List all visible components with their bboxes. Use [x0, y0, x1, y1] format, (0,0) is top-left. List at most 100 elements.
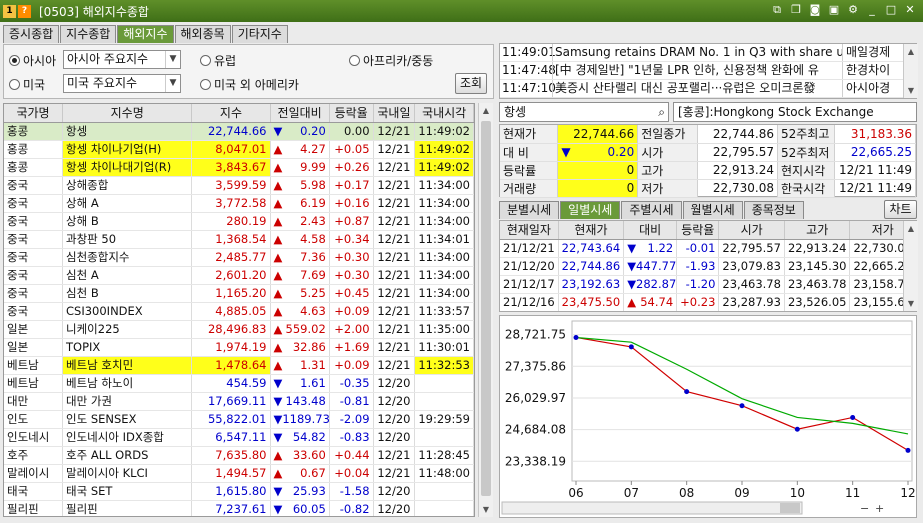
table-row[interactable]: 중국 심천종합지수 2,485.77 ▲ 7.36 +0.30 12/21 11:34:00	[4, 248, 474, 267]
table-row[interactable]: 일본 니케이225 28,496.83 ▲ 559.02 +2.00 12/21 11:35:…	[4, 320, 474, 339]
cell-index-name: 베트남 호치민	[62, 356, 193, 375]
table-row[interactable]: 중국 상해 A 3,772.58 ▲ 6.19 +0.16 12/21 11:34:00	[4, 194, 474, 213]
radio-asia[interactable]: 아시아	[9, 52, 56, 69]
asia-select[interactable]: 아시아 주요지수 ▼	[63, 50, 181, 69]
col-rate[interactable]: 등락율	[329, 104, 374, 123]
history-row[interactable]: 21/12/16 23,475.50 ▲ 54.74 +0.23 23,287.93 23,…	[500, 293, 916, 311]
col-hist-open[interactable]: 시가	[718, 221, 785, 240]
scroll-down-icon[interactable]: ▼	[479, 502, 493, 517]
window-title: [0503] 해외지수종합	[39, 4, 149, 19]
index-table-body: 홍콩 항셍 22,744.66 ▼ 0.20 0.00 12/21 11:49:02 홍콩 항셍 …	[4, 122, 474, 516]
scroll-thumb[interactable]	[481, 121, 491, 496]
x-tick-label: 11	[845, 486, 860, 500]
table-row[interactable]: 대만 대만 가권 17,669.11 ▼ 143.48 -0.81 12/20	[4, 392, 474, 411]
table-row[interactable]: 말레이시 말레이시아 KLCI 1,494.57 ▲ 0.67 +0.04 12/21 11:…	[4, 464, 474, 483]
col-hist-date[interactable]: 현재일자	[500, 221, 559, 240]
tab-other-index[interactable]: 기타지수	[231, 25, 288, 43]
table-row[interactable]: 중국 심천 A 2,601.20 ▲ 7.69 +0.30 12/21 11:34:00	[4, 266, 474, 285]
tab-minute-quotes[interactable]: 분별시세	[499, 201, 560, 219]
table-row[interactable]: 홍콩 항셍 차이나기업(H) 8,047.01 ▲ 4.27 +0.05 12/21 11:4…	[4, 140, 474, 159]
col-country[interactable]: 국가명	[4, 104, 64, 123]
news-headline[interactable]: 美증시 산타랠리 대신 공포랠리···유럽은 오미크론發	[552, 80, 842, 97]
col-hist-change[interactable]: 대비	[623, 221, 678, 240]
scroll-down-icon[interactable]: ▼	[904, 83, 918, 98]
history-row[interactable]: 21/12/20 22,744.86 ▼ 447.77 -1.93 23,079.83 23…	[500, 257, 916, 276]
table-row[interactable]: 중국 상해종합 3,599.59 ▲ 5.98 +0.17 12/21 11:34:00	[4, 176, 474, 195]
radio-africa-mideast[interactable]: 아프리카/중동	[349, 52, 433, 69]
news-headline[interactable]: [中 경제일반] "1년물 LPR 인하, 신용정책 완화에 유	[552, 62, 842, 79]
tab-index-summary[interactable]: 지수종합	[60, 25, 117, 43]
maximize-icon[interactable]: □	[884, 3, 898, 17]
col-hist-price[interactable]: 현재가	[558, 221, 625, 240]
tab-daily-quotes[interactable]: 일별시세	[560, 201, 621, 219]
table-row[interactable]: 일본 TOPIX 1,974.19 ▲ 32.86 +1.69 12/21 11:30:01	[4, 338, 474, 357]
link-icon[interactable]: ⧉	[770, 3, 784, 17]
news-item[interactable]: 11:47:48 [中 경제일반] "1년물 LPR 인하, 신용정책 완화에 유…	[500, 62, 916, 80]
tab-stock-info[interactable]: 종목정보	[743, 201, 804, 219]
table-row[interactable]: 중국 상해 B 280.19 ▲ 2.43 +0.87 12/21 11:34:00	[4, 212, 474, 231]
close-icon[interactable]: ✕	[903, 3, 917, 17]
index-table-scrollbar[interactable]: ▲ ▼	[478, 103, 493, 517]
table-row[interactable]: 중국 심천 B 1,165.20 ▲ 5.25 +0.45 12/21 11:34:00	[4, 284, 474, 303]
copy-icon[interactable]: ❐	[789, 3, 803, 17]
table-row[interactable]: 베트남 베트남 호치민 1,478.64 ▲ 1.31 +0.09 12/21 11:32:5…	[4, 356, 474, 375]
table-row[interactable]: 인도네시 인도네시아 IDX종합 6,547.11 ▼ 54.82 -0.83 12/20	[4, 428, 474, 447]
change-value: 6.19	[300, 196, 326, 210]
table-row[interactable]: 인도 인도 SENSEX 55,822.01 ▼ 1189.73 -2.09 12/20 19…	[4, 410, 474, 429]
news-headline[interactable]: Samsung retains DRAM No. 1 in Q3 with sh…	[552, 44, 842, 61]
radio-europe[interactable]: 유럽	[200, 52, 236, 69]
us-select[interactable]: 미국 주요지수 ▼	[63, 74, 181, 93]
cell-change: ▲ 5.25	[270, 284, 330, 303]
window-icon[interactable]: ▣	[827, 3, 841, 17]
search-icon[interactable]: ⌕	[658, 103, 665, 121]
table-row[interactable]: 호주 호주 ALL ORDS 7,635.80 ▲ 33.60 +0.44 12/21 11:…	[4, 446, 474, 465]
col-date[interactable]: 국내일	[373, 104, 416, 123]
cell-hist-date: 21/12/21	[500, 239, 559, 258]
tab-market-summary[interactable]: 증시종합	[3, 25, 60, 43]
table-row[interactable]: 베트남 베트남 하노이 454.59 ▼ 1.61 -0.35 12/20	[4, 374, 474, 393]
col-hist-rate[interactable]: 등락율	[676, 221, 720, 240]
scroll-up-icon[interactable]: ▲	[904, 221, 918, 236]
news-ticker: 11:49:01 Samsung retains DRAM No. 1 in Q3…	[499, 43, 917, 99]
news-scrollbar[interactable]: ▲ ▼	[903, 44, 918, 98]
gear-icon[interactable]: ⚙	[846, 3, 860, 17]
history-row[interactable]: 21/12/17 23,192.63 ▼ 282.87 -1.20 23,463.78 23…	[500, 275, 916, 294]
scroll-up-icon[interactable]: ▲	[904, 44, 918, 59]
col-time[interactable]: 국내시각	[414, 104, 474, 123]
tab-foreign-index[interactable]: 해외지수	[117, 25, 174, 43]
cell-hist-price: 23,192.63	[558, 275, 625, 294]
col-hist-high[interactable]: 고가	[784, 221, 851, 240]
col-change[interactable]: 전일대비	[270, 104, 330, 123]
radio-us[interactable]: 미국	[9, 76, 45, 93]
minimize-icon[interactable]: _	[865, 3, 879, 17]
table-row[interactable]: 중국 CSI300INDEX 4,885.05 ▲ 4.63 +0.09 12/21 11:3…	[4, 302, 474, 321]
tab-monthly-quotes[interactable]: 월별시세	[682, 201, 743, 219]
cell-country: 홍콩	[4, 140, 64, 159]
index-search-input[interactable]: 항셍 ⌕	[499, 102, 669, 122]
camera-icon[interactable]: ◙	[808, 3, 822, 17]
table-row[interactable]: 홍콩 항셍 22,744.66 ▼ 0.20 0.00 12/21 11:49:02	[4, 122, 474, 141]
query-button[interactable]: 조회	[455, 73, 487, 94]
table-row[interactable]: 필리핀 필리핀 7,237.61 ▼ 60.05 -0.82 12/20	[4, 500, 474, 516]
chart-button[interactable]: 차트	[884, 200, 917, 219]
table-row[interactable]: 중국 과창판 50 1,368.54 ▲ 4.58 +0.34 12/21 11:34:01	[4, 230, 474, 249]
col-index[interactable]: 지수	[191, 104, 271, 123]
cell-rate: -2.09	[329, 410, 374, 429]
news-item[interactable]: 11:49:01 Samsung retains DRAM No. 1 in Q3…	[500, 44, 916, 62]
history-scrollbar[interactable]: ▲ ▼	[903, 221, 918, 311]
change-value: 60.05	[292, 502, 326, 516]
tab-weekly-quotes[interactable]: 주별시세	[621, 201, 682, 219]
history-row[interactable]: 21/12/21 22,743.64 ▼ 1.22 -0.01 22,795.57 22,9…	[500, 239, 916, 258]
cell-country: 일본	[4, 338, 64, 357]
news-item[interactable]: 11:47:10 美증시 산타랠리 대신 공포랠리···유럽은 오미크론發 아시아경	[500, 80, 916, 98]
help-badge[interactable]: ?	[18, 4, 31, 18]
scroll-down-icon[interactable]: ▼	[904, 296, 918, 311]
label-volume: 거래량	[500, 179, 559, 198]
table-row[interactable]: 태국 태국 SET 1,615.80 ▼ 25.93 -1.58 12/20	[4, 482, 474, 501]
scroll-up-icon[interactable]: ▲	[479, 103, 493, 118]
col-index-name[interactable]: 지수명	[62, 104, 193, 123]
cell-time: 19:29:59	[414, 410, 474, 429]
tab-foreign-stock[interactable]: 해외종목	[174, 25, 231, 43]
radio-americas[interactable]: 미국 외 아메리카	[200, 76, 299, 93]
table-row[interactable]: 홍콩 항셍 차이나대기업(R) 3,843.67 ▲ 9.99 +0.26 12/21 11:…	[4, 158, 474, 177]
